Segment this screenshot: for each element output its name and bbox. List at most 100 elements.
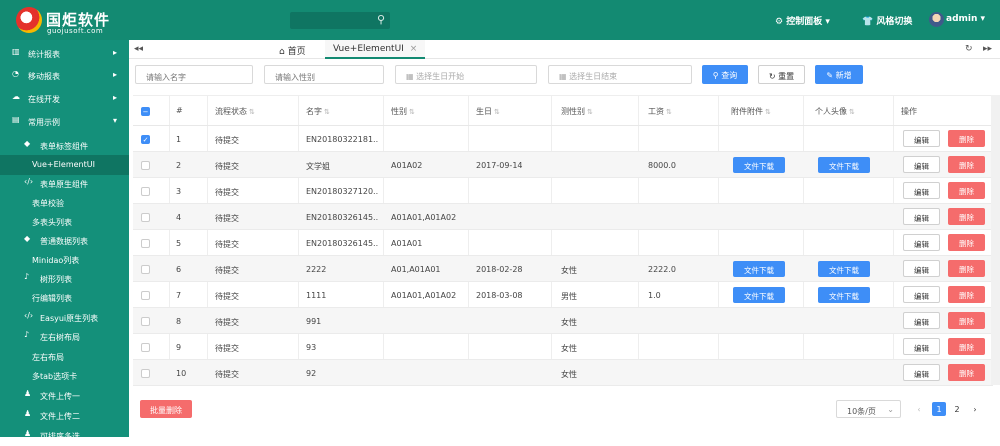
row-checkbox[interactable] xyxy=(141,369,150,378)
header-search-input[interactable]: ⚲ xyxy=(290,12,390,29)
sidebar-item[interactable]: ▥ 统计报表 ▸ xyxy=(0,44,129,64)
column-header[interactable]: 附件附件 ⇅ xyxy=(731,106,771,117)
edit-button[interactable]: 编辑 xyxy=(903,312,940,329)
sidebar-item[interactable]: ☁ 在线开发 ▸ xyxy=(0,89,129,109)
table-scrollbar[interactable] xyxy=(991,95,1000,385)
batch-delete-button[interactable]: 批量删除 xyxy=(140,400,192,418)
sidebar-item[interactable]: Minidao列表 xyxy=(0,250,129,270)
column-header[interactable]: 性别 ⇅ xyxy=(391,106,415,117)
name-input[interactable] xyxy=(135,65,253,84)
edit-button[interactable]: 编辑 xyxy=(903,338,940,355)
edit-button[interactable]: 编辑 xyxy=(903,364,940,381)
theme-switch-button[interactable]: 👕 风格切换 xyxy=(862,14,912,27)
close-icon[interactable]: × xyxy=(410,44,418,54)
user-menu[interactable]: admin ▾ xyxy=(946,14,985,24)
avatar-download-button[interactable]: 文件下载 xyxy=(818,261,870,277)
sidebar-item[interactable]: Vue+ElementUI xyxy=(0,155,129,175)
edit-button[interactable]: 编辑 xyxy=(903,182,940,199)
row-checkbox[interactable] xyxy=(141,161,150,170)
delete-button[interactable]: 删除 xyxy=(948,182,985,199)
birth-end-picker[interactable]: ▦ 选择生日结束 xyxy=(548,65,692,84)
sidebar-item[interactable]: ♟ 可排序多选 xyxy=(0,426,129,446)
column-header[interactable]: 名字 ⇅ xyxy=(306,106,330,117)
delete-button[interactable]: 删除 xyxy=(948,312,985,329)
add-button[interactable]: ✎ 新增 xyxy=(815,65,863,84)
sidebar-item[interactable]: ♟ 文件上传二 xyxy=(0,406,129,426)
delete-button[interactable]: 删除 xyxy=(948,130,985,147)
column-header[interactable]: 生日 ⇅ xyxy=(476,106,500,117)
sort-icon[interactable]: ⇅ xyxy=(587,108,593,116)
select-all-checkbox[interactable]: − xyxy=(141,107,150,116)
sidebar-item[interactable]: ‹/› Easyui原生列表 xyxy=(0,308,129,328)
sidebar-item[interactable]: 表单校验 xyxy=(0,193,129,213)
avatar-download-button[interactable]: 文件下载 xyxy=(818,157,870,173)
table-row[interactable]: 5 待提交 EN20180326145... A01A01 编辑 删除 xyxy=(133,230,993,256)
birth-start-picker[interactable]: ▦ 选择生日开始 xyxy=(395,65,537,84)
table-row[interactable]: 6 待提交 2222 A01,A01A01 2018-02-28 女性 2222.0 文件下载… xyxy=(133,256,993,282)
delete-button[interactable]: 删除 xyxy=(948,286,985,303)
edit-button[interactable]: 编辑 xyxy=(903,286,940,303)
attachment-download-button[interactable]: 文件下载 xyxy=(733,157,785,173)
table-row[interactable]: 3 待提交 EN20180327120... 编辑 删除 xyxy=(133,178,993,204)
prev-page-button[interactable]: ‹ xyxy=(912,402,926,416)
page-button-2[interactable]: 2 xyxy=(950,402,964,416)
row-checkbox[interactable]: ✓ xyxy=(141,135,150,144)
sidebar-item[interactable]: 行编辑列表 xyxy=(0,288,129,308)
edit-button[interactable]: 编辑 xyxy=(903,130,940,147)
delete-button[interactable]: 删除 xyxy=(948,208,985,225)
page-size-select[interactable]: 10条/页 ⌄ xyxy=(836,400,901,418)
sort-icon[interactable]: ⇅ xyxy=(409,108,415,116)
sort-icon[interactable]: ⇅ xyxy=(324,108,330,116)
sidebar-item[interactable]: ♪ 左右树布局 xyxy=(0,327,129,347)
row-checkbox[interactable] xyxy=(141,291,150,300)
sidebar-item[interactable]: 多表头列表 xyxy=(0,212,129,232)
delete-button[interactable]: 删除 xyxy=(948,338,985,355)
reset-button[interactable]: ↻ 重置 xyxy=(758,65,805,84)
page-button-1[interactable]: 1 xyxy=(932,402,946,416)
row-checkbox[interactable] xyxy=(141,239,150,248)
column-header[interactable]: 流程状态 ⇅ xyxy=(215,106,255,117)
refresh-icon[interactable]: ↻ xyxy=(965,44,973,54)
attachment-download-button[interactable]: 文件下载 xyxy=(733,287,785,303)
sidebar-item[interactable]: ♟ 文件上传一 xyxy=(0,386,129,406)
table-row[interactable]: 8 待提交 991 女性 编辑 删除 xyxy=(133,308,993,334)
delete-button[interactable]: 删除 xyxy=(948,364,985,381)
table-row[interactable]: 9 待提交 93 女性 编辑 删除 xyxy=(133,334,993,360)
table-row[interactable]: 10 待提交 92 女性 编辑 删除 xyxy=(133,360,993,386)
column-header[interactable]: 测性别 ⇅ xyxy=(561,106,593,117)
sort-icon[interactable]: ⇅ xyxy=(765,108,771,116)
sort-icon[interactable]: ⇅ xyxy=(494,108,500,116)
sidebar-item[interactable]: 左右布局 xyxy=(0,347,129,367)
search-icon[interactable]: ⚲ xyxy=(377,13,385,26)
sidebar-item[interactable]: ♪ 树形列表 xyxy=(0,269,129,289)
delete-button[interactable]: 删除 xyxy=(948,234,985,251)
column-header[interactable]: 工资 ⇅ xyxy=(648,106,672,117)
sort-icon[interactable]: ⇅ xyxy=(249,108,255,116)
row-checkbox[interactable] xyxy=(141,187,150,196)
delete-button[interactable]: 删除 xyxy=(948,156,985,173)
tab-scroll-left-icon[interactable]: ◂◂ xyxy=(134,44,143,54)
table-row[interactable]: 2 待提交 文学姐 A01A02 2017-09-14 8000.0 文件下载 文件下载 编辑删… xyxy=(133,152,993,178)
sidebar-item[interactable]: 多tab选项卡 xyxy=(0,366,129,386)
tab-scroll-right-icon[interactable]: ▸▸ xyxy=(983,44,992,54)
sidebar-item[interactable]: ▤ 常用示例 ▾ xyxy=(0,112,129,132)
sidebar-item[interactable]: ◔ 移动报表 ▸ xyxy=(0,66,129,86)
edit-button[interactable]: 编辑 xyxy=(903,208,940,225)
control-panel-menu[interactable]: ⚙ 控制面板 ▾ xyxy=(775,14,830,27)
row-checkbox[interactable] xyxy=(141,343,150,352)
user-avatar[interactable] xyxy=(929,12,944,27)
edit-button[interactable]: 编辑 xyxy=(903,156,940,173)
sidebar-item[interactable]: ‹/› 表单原生组件 xyxy=(0,174,129,194)
next-page-button[interactable]: › xyxy=(968,402,982,416)
row-checkbox[interactable] xyxy=(141,317,150,326)
edit-button[interactable]: 编辑 xyxy=(903,260,940,277)
column-header[interactable]: 个人头像 ⇅ xyxy=(815,106,855,117)
sort-icon[interactable]: ⇅ xyxy=(849,108,855,116)
tab-vue-elementui[interactable]: Vue+ElementUI × xyxy=(325,40,426,59)
query-button[interactable]: ⚲ 查询 xyxy=(702,65,748,84)
edit-button[interactable]: 编辑 xyxy=(903,234,940,251)
sidebar-item[interactable]: ◆ 表单标签组件 xyxy=(0,136,129,156)
row-checkbox[interactable] xyxy=(141,265,150,274)
delete-button[interactable]: 删除 xyxy=(948,260,985,277)
gender-input[interactable] xyxy=(264,65,384,84)
